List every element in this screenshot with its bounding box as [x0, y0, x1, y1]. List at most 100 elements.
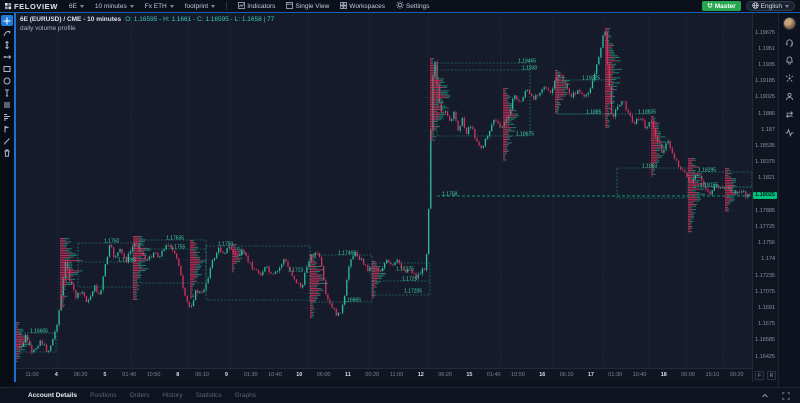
time-axis-day-label: 5 — [103, 372, 106, 378]
chevron-down-icon — [80, 5, 84, 8]
chart-price-label: 1.1725 — [402, 277, 418, 283]
time-axis-label: 06:20 — [438, 372, 452, 378]
chart-price-label: 1.1723 — [288, 268, 304, 274]
time-axis-label: 00:20 — [365, 372, 379, 378]
logo[interactable]: FELOVIEW — [5, 0, 58, 15]
current-price-tag: 1.18025 — [753, 192, 777, 199]
time-axis-day-label: 8 — [176, 372, 179, 378]
time-axis-label: 11:00 — [25, 372, 38, 378]
tab-account-details[interactable]: Account Details — [28, 392, 77, 399]
time-axis-day-label: 10 — [296, 372, 302, 378]
ellipse-tool[interactable] — [1, 75, 13, 86]
tab-orders[interactable]: Orders — [130, 392, 150, 399]
gear-icon — [396, 1, 404, 11]
support-headset-icon[interactable] — [784, 36, 796, 48]
chevron-down-icon — [170, 5, 174, 8]
price-axis-label: 1.1886 — [758, 111, 775, 117]
price-axis-label: 1.1756 — [758, 240, 775, 246]
text-tool[interactable] — [1, 87, 13, 98]
logo-grid-icon — [5, 0, 12, 15]
volume-profile-tool[interactable] — [1, 111, 13, 122]
master-button[interactable]: Master — [702, 1, 741, 11]
collapse-panel-chevron-up-icon[interactable] — [759, 390, 771, 402]
crosshair-tool[interactable] — [1, 15, 13, 26]
language-selector[interactable]: English — [746, 1, 795, 11]
transfer-arrows-icon[interactable] — [784, 108, 796, 120]
workspaces-button[interactable]: Workspaces — [340, 2, 385, 11]
account-selector[interactable]: Fx ETH — [145, 3, 174, 10]
chart-price-label: 1.19225 — [582, 76, 600, 82]
time-axis-label: 10:40 — [268, 372, 282, 378]
avatar[interactable] — [783, 17, 796, 30]
time-axis-label: 06:10 — [195, 372, 209, 378]
trend-line-tool[interactable] — [1, 27, 13, 38]
time-axis-label: 01:40 — [122, 372, 136, 378]
profile-person-icon[interactable] — [784, 90, 796, 102]
time-axis-day-label: 17 — [588, 372, 594, 378]
chart-price-label: 1.1930 — [522, 66, 538, 72]
price-axis[interactable]: F R 1.196751.19511.19351.191851.190251.1… — [752, 13, 778, 382]
indicator-label[interactable]: daily volume profile — [20, 25, 274, 32]
interval-selector[interactable]: 10 minutes — [95, 3, 134, 10]
brush-tool[interactable] — [1, 135, 13, 146]
rows-tool[interactable] — [1, 99, 13, 110]
chart-price-label: 1.1758 — [442, 192, 458, 198]
price-axis-label: 1.18535 — [755, 143, 775, 149]
price-axis-label: 1.16425 — [755, 354, 775, 360]
price-axis-label: 1.17075 — [755, 289, 775, 295]
tab-statistics[interactable]: Statistics — [196, 392, 222, 399]
symbol-selector[interactable]: 6E — [69, 3, 84, 10]
chart-pane[interactable]: 1.166051.17501.172851.176351.17551.17501… — [14, 13, 752, 368]
candlestick-volume-profile-chart[interactable]: 1.166051.17501.172851.176351.17551.17501… — [14, 13, 752, 368]
time-axis-label: 10:50 — [147, 372, 161, 378]
price-axis-label: 1.19675 — [755, 30, 775, 36]
time-axis-label: 06:00 — [681, 372, 695, 378]
time-axis-day-label: 18 — [661, 372, 667, 378]
time-axis-day-label: 15 — [466, 372, 472, 378]
chart-price-label: 1.17375 — [396, 267, 414, 273]
notifications-bell-icon[interactable] — [784, 54, 796, 66]
price-axis-label: 1.1935 — [758, 62, 775, 68]
tab-positions[interactable]: Positions — [90, 392, 116, 399]
tab-history[interactable]: History — [162, 392, 182, 399]
chevron-down-icon — [211, 5, 215, 8]
price-axis-label: 1.16585 — [755, 337, 775, 343]
tab-graphs[interactable]: Graphs — [235, 392, 256, 399]
time-axis-day-label: 12 — [418, 372, 424, 378]
workspaces-icon — [340, 2, 347, 11]
pulse-icon[interactable] — [784, 126, 796, 138]
chart-price-label: 1.1853 — [642, 164, 658, 170]
screen-cast-icon[interactable] — [784, 72, 796, 84]
chart-price-label: 1.17205 — [404, 289, 422, 295]
chart-price-label: 1.18295 — [698, 168, 716, 174]
axis-fit-button[interactable]: F — [755, 371, 764, 380]
chart-price-label: 1.18675 — [516, 132, 534, 138]
time-axis-label: 15:10 — [706, 372, 720, 378]
price-axis-label: 1.1675 — [758, 321, 775, 327]
vertical-arrows-tool[interactable] — [1, 39, 13, 50]
chart-price-label: 1.18835 — [638, 110, 656, 116]
time-axis-label: 06:10 — [560, 372, 574, 378]
single-view-button[interactable]: Single View — [286, 2, 329, 11]
chart-type-selector[interactable]: footprint — [185, 3, 216, 10]
indicators-button[interactable]: Indicators — [238, 2, 275, 11]
flag-tool[interactable] — [1, 123, 13, 134]
trash-tool[interactable] — [1, 147, 13, 158]
time-axis-day-label: 9 — [225, 372, 228, 378]
chart-price-label: 1.16605 — [30, 329, 48, 335]
price-axis-label: 1.19025 — [755, 94, 775, 100]
chart-price-label: 1.19465 — [518, 59, 536, 65]
time-axis-label: 00:20 — [730, 372, 744, 378]
topbar: FELOVIEW 6E 10 minutes Fx ETH footprint … — [0, 0, 800, 13]
fullscreen-icon[interactable] — [780, 390, 792, 402]
logo-text: FELOVIEW — [14, 2, 58, 11]
time-axis[interactable]: 11:00406:20501:4010:50806:10901:3010:401… — [14, 368, 752, 382]
horizontal-ray-tool[interactable] — [1, 51, 13, 62]
rectangle-tool[interactable] — [1, 63, 13, 74]
globe-icon — [752, 2, 759, 11]
time-axis-label: 06:20 — [74, 372, 88, 378]
axis-reset-button[interactable]: R — [767, 371, 776, 380]
active-pane-accent — [14, 13, 16, 382]
price-axis-label: 1.17885 — [755, 208, 775, 214]
settings-button[interactable]: Settings — [396, 1, 430, 11]
